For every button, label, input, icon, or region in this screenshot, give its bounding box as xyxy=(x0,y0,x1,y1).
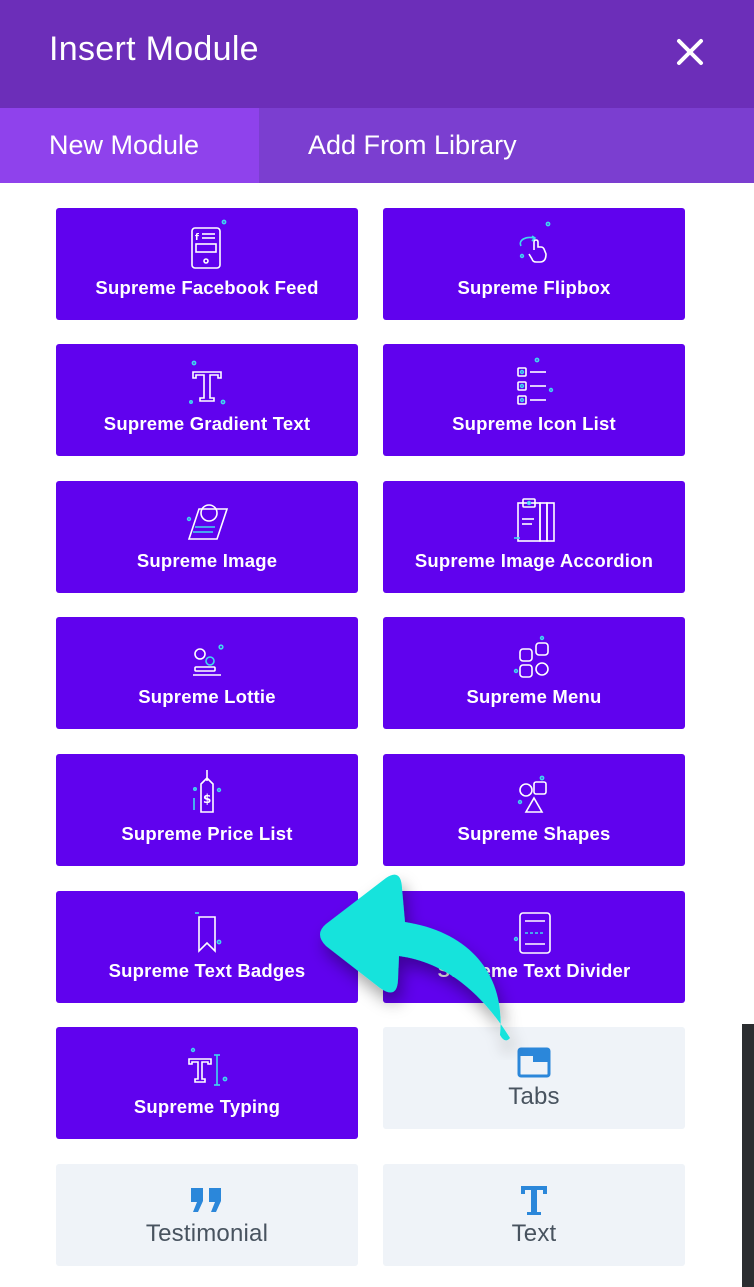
module-supreme-menu[interactable]: Supreme Menu xyxy=(383,617,685,729)
facebook-feed-icon: f xyxy=(191,219,227,269)
module-supreme-price-list[interactable]: $ Supreme Price List xyxy=(56,754,358,866)
module-label: Supreme Text Badges xyxy=(108,960,306,981)
price-list-icon: $ xyxy=(193,770,222,813)
quote-icon xyxy=(191,1188,221,1212)
module-supreme-typing[interactable]: Supreme Typing xyxy=(56,1027,358,1139)
module-label: Tabs xyxy=(508,1083,560,1110)
module-label: Supreme Typing xyxy=(133,1096,281,1117)
tab-bar: New Module Add From Library xyxy=(0,108,754,183)
module-text[interactable]: Text xyxy=(383,1164,685,1266)
icon-list-icon xyxy=(517,357,554,405)
module-supreme-text-divider[interactable]: Supreme Text Divider xyxy=(383,891,685,1003)
module-label: Supreme Price List xyxy=(121,823,293,844)
module-label: Supreme Image Accordion xyxy=(414,550,654,571)
tabs-icon xyxy=(517,1047,551,1078)
module-supreme-lottie[interactable]: Supreme Lottie xyxy=(56,617,358,729)
tab-new-module[interactable]: New Module xyxy=(0,108,259,183)
text-icon xyxy=(521,1186,547,1215)
module-label: Testimonial xyxy=(145,1220,269,1247)
text-badges-icon xyxy=(195,912,222,953)
module-supreme-image[interactable]: Supreme Image xyxy=(56,481,358,593)
module-label: Supreme Text Divider xyxy=(437,960,631,981)
shapes-icon xyxy=(517,775,547,813)
text-divider-icon xyxy=(513,912,551,954)
module-supreme-image-accordion[interactable]: Supreme Image Accordion xyxy=(383,481,685,593)
module-supreme-text-badges[interactable]: Supreme Text Badges xyxy=(56,891,358,1003)
close-icon[interactable] xyxy=(672,34,708,70)
module-grid: f Supreme Facebook Feed Supreme Flipbox … xyxy=(0,183,754,1287)
menu-icon xyxy=(513,635,549,678)
lottie-icon xyxy=(193,644,224,676)
module-supreme-icon-list[interactable]: Supreme Icon List xyxy=(383,344,685,456)
scrollbar-track[interactable] xyxy=(742,1024,754,1287)
module-supreme-shapes[interactable]: Supreme Shapes xyxy=(383,754,685,866)
svg-text:$: $ xyxy=(203,792,211,806)
module-label: Supreme Gradient Text xyxy=(103,413,311,434)
module-label: Supreme Flipbox xyxy=(457,277,611,298)
module-label: Supreme Menu xyxy=(466,686,602,707)
module-supreme-facebook-feed[interactable]: f Supreme Facebook Feed xyxy=(56,208,358,320)
module-label: Supreme Lottie xyxy=(138,686,276,707)
module-supreme-flipbox[interactable]: Supreme Flipbox xyxy=(383,208,685,320)
modal-header: Insert Module xyxy=(0,0,754,108)
flipbox-icon xyxy=(519,221,551,263)
image-icon xyxy=(186,504,229,540)
gradient-text-icon xyxy=(189,360,226,405)
modal-title: Insert Module xyxy=(49,30,259,68)
module-tabs[interactable]: Tabs xyxy=(383,1027,685,1129)
module-label: Supreme Image xyxy=(136,550,278,571)
module-testimonial[interactable]: Testimonial xyxy=(56,1164,358,1266)
typing-icon xyxy=(188,1047,228,1086)
svg-text:f: f xyxy=(195,233,199,243)
module-label: Supreme Facebook Feed xyxy=(95,277,319,298)
module-label: Text xyxy=(511,1220,557,1247)
image-accordion-icon xyxy=(514,498,555,542)
module-label: Supreme Shapes xyxy=(457,823,611,844)
module-supreme-gradient-text[interactable]: Supreme Gradient Text xyxy=(56,344,358,456)
module-label: Supreme Icon List xyxy=(452,413,616,434)
tab-add-from-library[interactable]: Add From Library xyxy=(259,108,754,183)
